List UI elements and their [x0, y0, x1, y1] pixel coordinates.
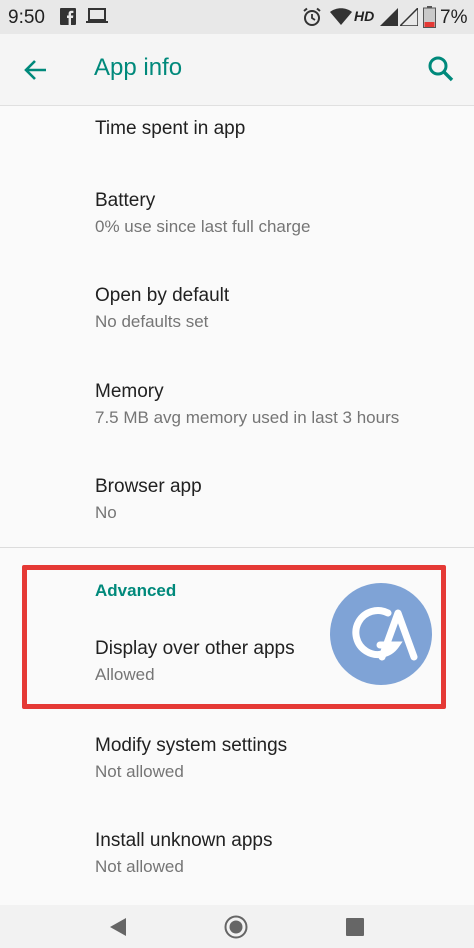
list-item-title: Modify system settings	[95, 735, 288, 756]
list-item-title: Browser app	[95, 476, 202, 497]
list-item-open-by-default[interactable]: Open by default No defaults set	[95, 284, 229, 333]
page-title: App info	[94, 54, 183, 81]
app-bar: App info	[0, 34, 474, 106]
list-item-title: Open by default	[95, 285, 230, 306]
settings-list: Time spent in app Battery 0% use since l…	[0, 107, 474, 905]
list-item-modify-system-settings[interactable]: Modify system settings Not allowed	[95, 734, 287, 783]
list-item-title: Install unknown apps	[95, 830, 273, 851]
alarm-icon	[303, 7, 321, 26]
facebook-icon	[60, 8, 76, 25]
battery-percent: 7%	[440, 7, 468, 28]
battery-icon	[423, 6, 436, 28]
list-item-subtitle: Not allowed	[95, 857, 184, 876]
list-item-title: Time spent in app	[95, 118, 246, 139]
back-triangle-icon[interactable]	[106, 915, 130, 939]
list-item-install-unknown-apps[interactable]: Install unknown apps Not allowed	[95, 829, 272, 878]
recents-square-icon[interactable]	[343, 915, 367, 939]
status-time: 9:50	[8, 7, 45, 28]
laptop-icon	[86, 8, 108, 23]
signal-icon	[380, 8, 398, 26]
list-item-subtitle: No defaults set	[95, 312, 209, 331]
status-bar: 9:50 HD 7%	[0, 0, 474, 34]
arrow-left-icon[interactable]	[22, 56, 50, 84]
navigation-bar	[0, 905, 474, 948]
list-item-subtitle: 0% use since last full charge	[95, 217, 311, 236]
watermark-logo	[330, 583, 432, 685]
list-item-subtitle: 7.5 MB avg memory used in last 3 hours	[95, 408, 400, 427]
network-label: HD	[354, 8, 375, 24]
list-item-time-spent[interactable]: Time spent in app	[95, 117, 245, 141]
list-item-subtitle: No	[95, 503, 117, 522]
list-item-battery[interactable]: Battery 0% use since last full charge	[95, 189, 310, 238]
search-icon[interactable]	[426, 54, 456, 84]
list-item-title: Memory	[95, 381, 164, 402]
signal-icon	[400, 8, 418, 26]
section-divider	[0, 547, 474, 548]
list-item-title: Battery	[95, 190, 156, 211]
home-circle-icon[interactable]	[224, 915, 248, 939]
list-item-browser-app[interactable]: Browser app No	[95, 475, 202, 524]
wifi-icon	[330, 8, 352, 25]
list-item-memory[interactable]: Memory 7.5 MB avg memory used in last 3 …	[95, 380, 399, 429]
list-item-subtitle: Not allowed	[95, 762, 184, 781]
